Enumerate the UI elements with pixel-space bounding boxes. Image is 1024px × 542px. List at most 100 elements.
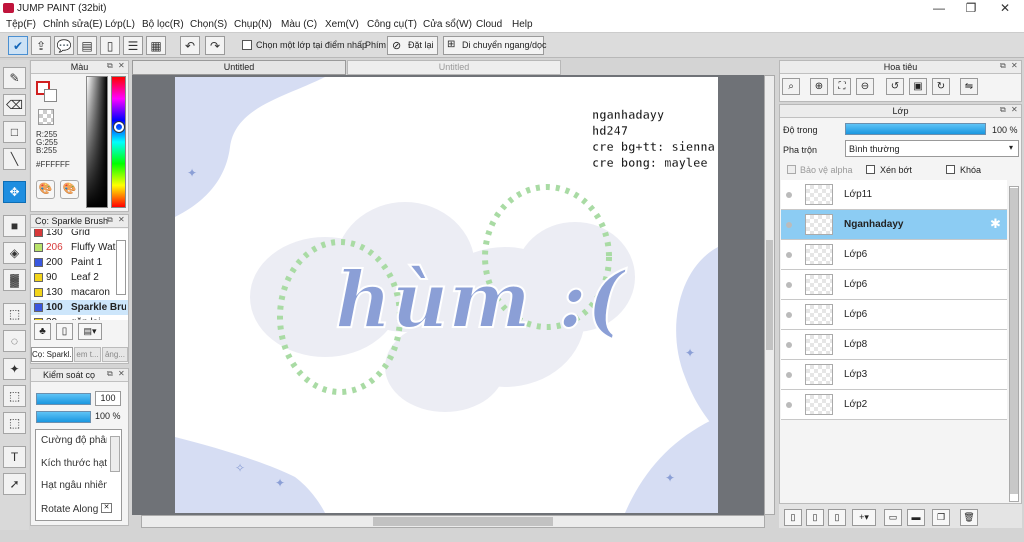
transparent-swatch[interactable]	[38, 109, 54, 125]
eraser-icon[interactable]: ⌫	[3, 94, 26, 116]
palette-icon[interactable]: 🎨	[36, 180, 55, 199]
params-scrollbar[interactable]	[110, 436, 120, 472]
trash-icon[interactable]: 🗑	[960, 509, 978, 526]
shade-picker[interactable]	[86, 76, 108, 208]
menu-window[interactable]: Cửa sổ(W)	[423, 19, 472, 30]
layer-opacity-slider[interactable]	[845, 123, 986, 135]
new-raster-icon[interactable]: ▯	[806, 509, 824, 526]
undock-icon[interactable]: ⧉	[107, 215, 113, 225]
vertical-scroll-thumb[interactable]	[766, 240, 773, 350]
panel-icon[interactable]: ▤	[77, 36, 97, 55]
panel-close-icon[interactable]: ✕	[1011, 61, 1018, 70]
rotate-right-icon[interactable]: ↻	[932, 78, 950, 95]
menu-help[interactable]: Help	[512, 19, 533, 30]
param-particle-size[interactable]: Kích thước hạt	[41, 458, 107, 469]
brush-list-item[interactable]: 90 Leaf 2	[31, 270, 128, 285]
layer-row[interactable]: Nganhadayy ✱	[781, 210, 1007, 240]
artwork-canvas[interactable]: hùm :( nganhadayy hd247 cre bg+tt: sienn…	[175, 77, 718, 513]
brush-list-item[interactable]: 130 Grid	[31, 229, 128, 240]
layer-row[interactable]: Lớp6	[781, 240, 1007, 270]
undock-icon[interactable]: ⧉	[107, 61, 113, 71]
layer-scroll-thumb[interactable]	[1010, 188, 1018, 494]
brush-list-item[interactable]: 100 Sparkle Brush	[31, 300, 128, 315]
protect-alpha-checkbox[interactable]	[787, 165, 796, 174]
brush-menu-icon[interactable]: ▤▾	[78, 323, 102, 340]
add-layer-icon[interactable]: +▾	[852, 509, 876, 526]
menu-view[interactable]: Xem(V)	[325, 19, 359, 30]
brush-list-item[interactable]: 30gắn lại	[31, 315, 128, 320]
panel-close-icon[interactable]: ✕	[118, 215, 125, 224]
menu-cloud[interactable]: Cloud	[476, 19, 502, 30]
brush-tab-1[interactable]: Cọ: Sparkl..	[31, 347, 73, 362]
visibility-icon[interactable]	[786, 222, 792, 228]
close-icon[interactable]: ✕	[990, 1, 1020, 16]
brush-scrollbar[interactable]	[116, 240, 126, 295]
param-rotate[interactable]: Rotate Along	[41, 504, 107, 515]
minimize-icon[interactable]: —	[924, 1, 954, 16]
menu-layer[interactable]: Lớp(L)	[105, 19, 135, 30]
brush-icon[interactable]: ✎	[3, 67, 26, 89]
brush-add-icon[interactable]: ♣	[34, 323, 51, 340]
menu-capture[interactable]: Chụp(N)	[234, 19, 272, 30]
layer-copy-icon[interactable]: ▭	[884, 509, 902, 526]
flip-icon[interactable]: ⇋	[960, 78, 978, 95]
select-layer-checkbox[interactable]	[242, 40, 252, 50]
reset-view-icon[interactable]: ▣	[909, 78, 927, 95]
gradient-icon[interactable]: ▓	[3, 269, 26, 291]
fit-icon[interactable]: ⛶	[833, 78, 851, 95]
new-folder-layer-icon[interactable]: ▯	[828, 509, 846, 526]
opacity-slider[interactable]	[36, 411, 91, 423]
duplicate-icon[interactable]: ❐	[932, 509, 950, 526]
visibility-icon[interactable]	[786, 252, 792, 258]
line-icon[interactable]: ╲	[3, 148, 26, 170]
visibility-icon[interactable]	[786, 402, 792, 408]
zoom-in-icon[interactable]: ⊕	[810, 78, 828, 95]
layer-row[interactable]: Lớp8	[781, 330, 1007, 360]
hue-handle[interactable]	[114, 122, 124, 132]
move-button[interactable]: ⊞ Di chuyển ngang/dọc	[443, 36, 547, 55]
layer-row[interactable]: Lớp11	[781, 180, 1007, 210]
undock-icon[interactable]: ⧉	[107, 369, 113, 379]
new-layer-icon[interactable]: ▯	[784, 509, 802, 526]
operation-icon[interactable]: ➚	[3, 473, 26, 495]
horizontal-scroll-thumb[interactable]	[373, 517, 553, 526]
select-pen-icon[interactable]: ⬚	[3, 385, 26, 407]
visibility-icon[interactable]	[786, 342, 792, 348]
param-scatter[interactable]: Cường độ phân tán	[41, 435, 107, 446]
menu-file[interactable]: Tệp(F)	[6, 19, 36, 30]
layer-row[interactable]: Lớp2	[781, 390, 1007, 420]
move-tool-icon[interactable]: ✥	[3, 181, 26, 203]
lasso-icon[interactable]: ◌	[3, 330, 26, 352]
select-eraser-icon[interactable]: ⬚	[3, 412, 26, 434]
panel-close-icon[interactable]: ✕	[1011, 105, 1018, 114]
blend-select[interactable]: Bình thường ▾	[845, 140, 1019, 157]
tab-untitled-2[interactable]: Untitled	[347, 60, 561, 75]
brush-list-item[interactable]: 130 macaron	[31, 285, 128, 300]
undo-icon[interactable]: ↶	[180, 36, 200, 55]
text-icon[interactable]: T	[3, 446, 26, 468]
rotate-checkbox[interactable]: ✕	[101, 503, 112, 513]
layer-settings-icon[interactable]: ✱	[990, 216, 1001, 232]
brush-copy-icon[interactable]: ▯	[56, 323, 73, 340]
comment-icon[interactable]: 💬	[54, 36, 74, 55]
undock-icon[interactable]: ⧉	[1000, 61, 1006, 71]
menu-select[interactable]: Chọn(S)	[190, 19, 227, 30]
layer-row[interactable]: Lớp6	[781, 270, 1007, 300]
fill-rect-icon[interactable]: ■	[3, 215, 26, 237]
visibility-icon[interactable]	[786, 192, 792, 198]
menu-color[interactable]: Màu (C)	[281, 19, 317, 30]
zoom-out-icon[interactable]: ⊖	[856, 78, 874, 95]
magic-wand-icon[interactable]: ✦	[3, 358, 26, 380]
clipping-checkbox[interactable]	[866, 165, 875, 174]
reset-button[interactable]: ⊘ Đặt lại	[387, 36, 438, 55]
hue-slider[interactable]	[111, 76, 126, 208]
param-random[interactable]: Hạt ngẫu nhiên	[41, 480, 107, 491]
zoom-icon[interactable]: ⌕	[782, 78, 800, 95]
secondary-color-swatch[interactable]	[44, 89, 57, 102]
visibility-icon[interactable]	[786, 372, 792, 378]
select-rect-icon[interactable]: ⬚	[3, 303, 26, 325]
tab-untitled-1[interactable]: Untitled	[132, 60, 346, 75]
panel-close-icon[interactable]: ✕	[118, 369, 125, 378]
shape-icon[interactable]: □	[3, 121, 26, 143]
brush-list-item[interactable]: 200 Paint 1	[31, 255, 128, 270]
